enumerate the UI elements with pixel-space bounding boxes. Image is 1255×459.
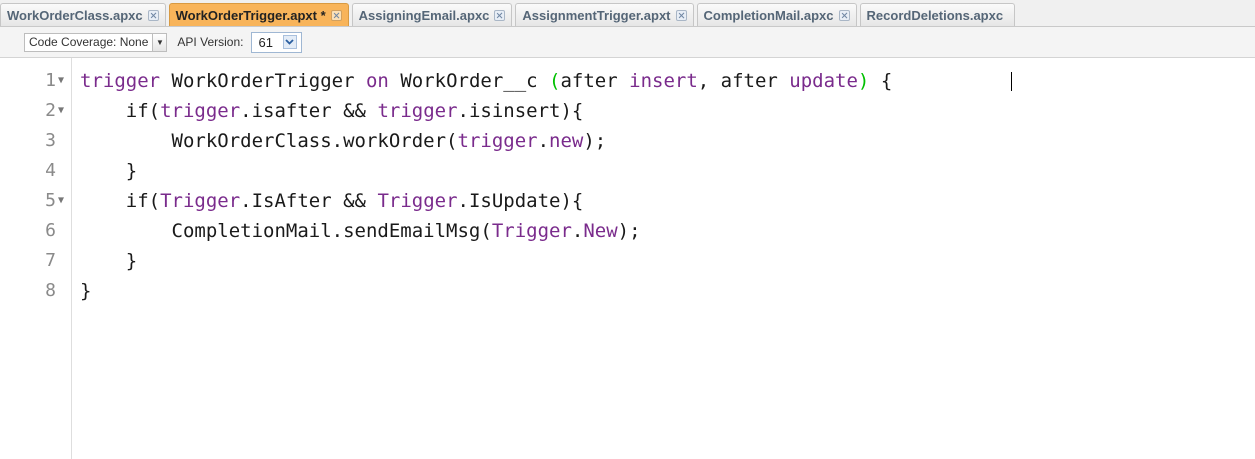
code-token: Trigger (160, 190, 241, 212)
code-token: on (365, 70, 389, 92)
code-text: trigger WorkOrderTrigger on WorkOrder__c… (80, 70, 893, 92)
tab-recorddeletions[interactable]: RecordDeletions.apxc (859, 3, 1016, 26)
line-number: 8 (45, 280, 56, 301)
api-version-label: API Version: (177, 35, 244, 49)
code-text: if(trigger.isafter && trigger.isinsert){ (80, 100, 584, 122)
code-text: if(Trigger.IsAfter && Trigger.IsUpdate){ (80, 190, 584, 212)
code-text: } (80, 160, 138, 182)
fold-arrow-icon[interactable]: ▼ (58, 186, 64, 216)
tab-label: WorkOrderTrigger.apxt * (175, 7, 326, 23)
close-icon[interactable] (675, 9, 687, 21)
close-icon[interactable] (330, 9, 342, 21)
code-text: CompletionMail.sendEmailMsg(Trigger.New)… (80, 220, 641, 242)
tab-workordertrigger[interactable]: WorkOrderTrigger.apxt * (168, 3, 349, 26)
tab-assigningemail[interactable]: AssigningEmail.apxc (351, 3, 513, 26)
file-tab-bar: WorkOrderClass.apxc WorkOrderTrigger.apx… (0, 0, 1255, 27)
code-text: WorkOrderClass.workOrder(trigger.new); (80, 130, 607, 152)
code-token: update (789, 70, 858, 92)
tab-label: AssigningEmail.apxc (358, 7, 490, 23)
tab-workorderclass[interactable]: WorkOrderClass.apxc (0, 3, 166, 26)
close-icon[interactable] (494, 9, 506, 21)
code-token: trigger (457, 130, 538, 152)
tab-label: AssignmentTrigger.apxt (522, 7, 671, 23)
code-coverage-label: Code Coverage: None (29, 34, 149, 49)
code-token: New (583, 220, 618, 242)
code-line[interactable]: 7 } (0, 246, 1255, 276)
api-version-select[interactable]: 61 (251, 31, 302, 53)
line-number: 3 (45, 130, 56, 151)
fold-arrow-icon[interactable]: ▼ (58, 66, 64, 96)
line-number: 5 (45, 190, 56, 211)
tab-label: CompletionMail.apxc (703, 7, 834, 23)
tab-label: RecordDeletions.apxc (866, 7, 1004, 23)
line-number: 6 (45, 220, 56, 241)
code-token: ) (857, 70, 870, 92)
chevron-down-icon[interactable] (282, 35, 297, 49)
close-icon[interactable] (838, 9, 850, 21)
code-token: new (549, 130, 584, 152)
code-coverage-dropdown[interactable]: Code Coverage: None ▼ (24, 32, 168, 52)
line-number: 1 (45, 70, 56, 91)
tab-assignmenttrigger[interactable]: AssignmentTrigger.apxt (515, 3, 694, 26)
code-token: trigger (377, 100, 458, 122)
code-token: Trigger (377, 190, 458, 212)
code-token: insert (629, 70, 698, 92)
code-line[interactable]: 8 } (0, 276, 1255, 306)
close-icon[interactable] (147, 9, 159, 21)
line-number: 7 (45, 250, 56, 271)
chevron-down-icon[interactable]: ▼ (152, 33, 167, 51)
tab-label: WorkOrderClass.apxc (7, 7, 143, 23)
code-line[interactable]: 6 CompletionMail.sendEmailMsg(Trigger.Ne… (0, 216, 1255, 246)
text-cursor (1011, 72, 1012, 91)
code-token: trigger (160, 100, 241, 122)
code-line[interactable]: 3 WorkOrderClass.workOrder(trigger.new); (0, 126, 1255, 156)
code-line[interactable]: 4 } (0, 156, 1255, 186)
code-token: Trigger (491, 220, 572, 242)
code-token: ( (549, 70, 561, 92)
api-version-value: 61 (258, 34, 273, 50)
code-line[interactable]: 2 ▼ if(trigger.isafter && trigger.isinse… (0, 96, 1255, 126)
line-number: 2 (45, 100, 56, 121)
code-line[interactable]: 5 ▼ if(Trigger.IsAfter && Trigger.IsUpda… (0, 186, 1255, 216)
tab-completionmail[interactable]: CompletionMail.apxc (696, 3, 857, 26)
code-editor[interactable]: 1 ▼ trigger WorkOrderTrigger on WorkOrde… (0, 58, 1255, 459)
code-text: } (80, 250, 138, 272)
code-token: trigger (80, 70, 161, 92)
editor-toolbar: Code Coverage: None ▼ API Version: 61 (0, 27, 1255, 58)
code-line[interactable]: 1 ▼ trigger WorkOrderTrigger on WorkOrde… (0, 66, 1255, 96)
line-number: 4 (45, 160, 56, 181)
fold-arrow-icon[interactable]: ▼ (58, 96, 64, 126)
code-text: } (80, 280, 92, 302)
